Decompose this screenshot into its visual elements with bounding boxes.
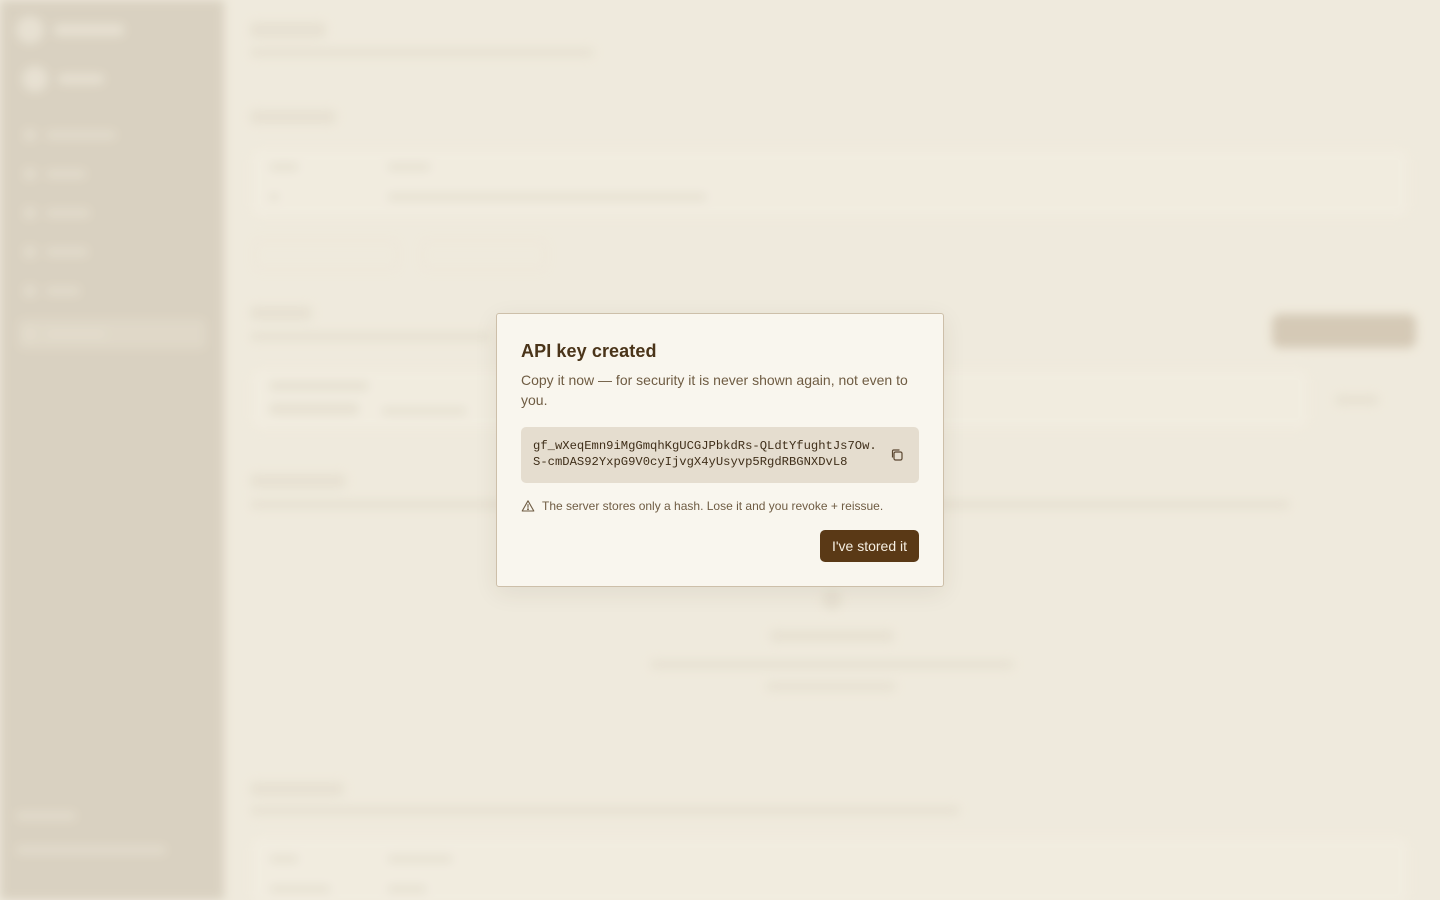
confirm-stored-button[interactable]: I've stored it bbox=[819, 530, 919, 562]
security-warning: The server stores only a hash. Lose it a… bbox=[521, 499, 919, 513]
dialog-title: API key created bbox=[521, 341, 657, 361]
warning-text: The server stores only a hash. Lose it a… bbox=[542, 499, 884, 513]
dialog-subtitle: Copy it now — for security it is never s… bbox=[521, 372, 908, 408]
copy-icon[interactable] bbox=[889, 447, 905, 463]
api-key-created-dialog: API key created Copy it now — for securi… bbox=[496, 313, 944, 587]
api-key-box[interactable]: gf_wXeqEmn9iMgGmqhKgUCGJPbkdRs-QLdtYfugh… bbox=[521, 427, 919, 483]
api-key-value[interactable]: gf_wXeqEmn9iMgGmqhKgUCGJPbkdRs-QLdtYfugh… bbox=[533, 438, 879, 470]
warning-triangle-icon bbox=[521, 499, 535, 513]
dialog-actions: I've stored it bbox=[819, 530, 919, 562]
